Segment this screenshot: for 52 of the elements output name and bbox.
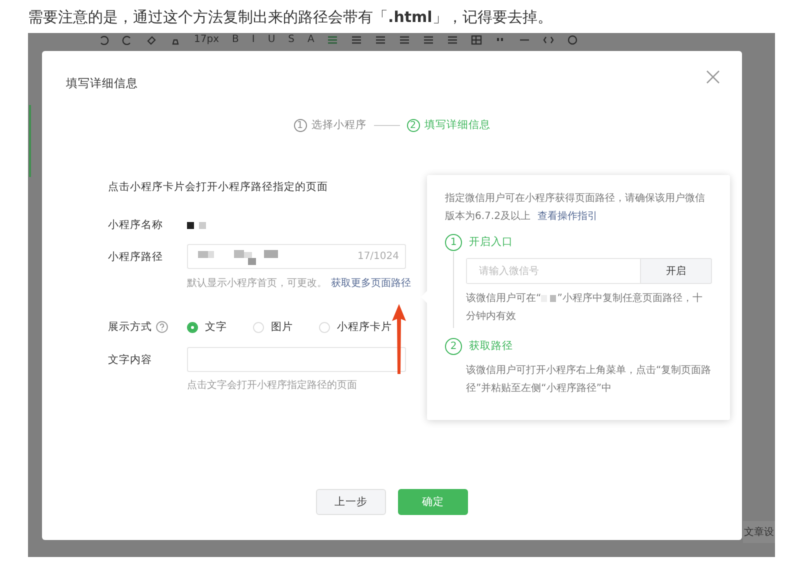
format-button[interactable]: I — [252, 34, 255, 46]
radio-dot[interactable] — [187, 322, 198, 332]
field-label: 展示方式 — [108, 320, 152, 334]
radio-option[interactable]: 图片 — [253, 320, 293, 334]
redo-icon[interactable] — [122, 35, 133, 45]
field-label: 文字内容 — [108, 352, 153, 366]
field-label: 小程序路径 — [108, 250, 164, 264]
back-button[interactable]: 上一步 — [316, 489, 386, 515]
align-icon[interactable] — [399, 35, 410, 45]
hint-text: 默认显示小程序首页，可更改。 — [187, 278, 327, 289]
note-text: 该微信用户可在“ — [466, 293, 542, 304]
format-button[interactable]: U — [268, 34, 276, 46]
char-counter: 17/1024 — [357, 251, 399, 262]
note-text: ”小程序中复制任意页面路径，十 — [557, 293, 702, 304]
text-field[interactable] — [187, 347, 406, 372]
table-icon[interactable] — [471, 35, 482, 45]
field-label: 小程序名称 — [108, 218, 164, 232]
arrow — [391, 304, 407, 374]
step-number: 2 — [445, 338, 462, 354]
step-title: 获取路径 — [469, 339, 513, 353]
note-text: 该微信用户可打开小程序右上角菜单，点击“复制页面路径”并粘贴至左侧“小程序路径”中 — [466, 364, 712, 396]
accent-bar — [29, 105, 31, 177]
mosaic-drawing — [187, 220, 207, 230]
step-number: 1 — [445, 234, 462, 250]
enable-button[interactable]: 开启 — [640, 258, 712, 284]
guide-link[interactable]: 查看操作指引 — [538, 211, 598, 222]
code-icon[interactable] — [543, 35, 554, 45]
close-icon[interactable] — [706, 70, 720, 84]
side-button[interactable]: 文章设 — [743, 521, 775, 543]
wechat-id-field[interactable]: 请输入微信号 — [466, 258, 640, 284]
step-title: 开启入口 — [469, 235, 513, 249]
align-icon[interactable] — [327, 35, 338, 45]
article-text: 需要注意的是，通过这个方法复制出来的路径会带有「.html」，记得要去掉。 — [27, 7, 554, 28]
dialog-title: 填写详细信息 — [66, 75, 138, 92]
confirm-button[interactable]: 确定 — [398, 489, 468, 515]
format-button[interactable]: S — [288, 34, 295, 46]
path-link[interactable]: 获取更多页面路径 — [331, 278, 411, 289]
step-indicator: 2 填写详细信息 — [406, 118, 490, 132]
undo-icon[interactable] — [98, 35, 109, 45]
step-indicator: 1 选择小程序 — [294, 118, 366, 132]
note-text: 分钟内有效 — [466, 310, 516, 324]
hint-text: 点击文字会打开小程序指定路径的页面 — [187, 379, 358, 393]
path-field[interactable]: 17/1024 — [187, 244, 406, 269]
format-button[interactable]: B — [232, 34, 239, 46]
radio-option[interactable]: 小程序卡片 — [319, 320, 392, 334]
radio-option[interactable]: 文字 — [187, 320, 227, 334]
popover-text: 指定微信用户可在小程序获得页面路径，请确保该用户微信版本为6.7.2及以上 查看操作指引 — [445, 192, 706, 224]
font-size-dropdown[interactable]: 17px — [194, 34, 219, 46]
format-button[interactable]: A — [308, 34, 314, 46]
help-icon[interactable] — [156, 321, 168, 333]
mosaic-drawing — [541, 292, 558, 304]
intro-text: 点击小程序卡片会打开小程序路径指定的页面 — [108, 180, 329, 195]
